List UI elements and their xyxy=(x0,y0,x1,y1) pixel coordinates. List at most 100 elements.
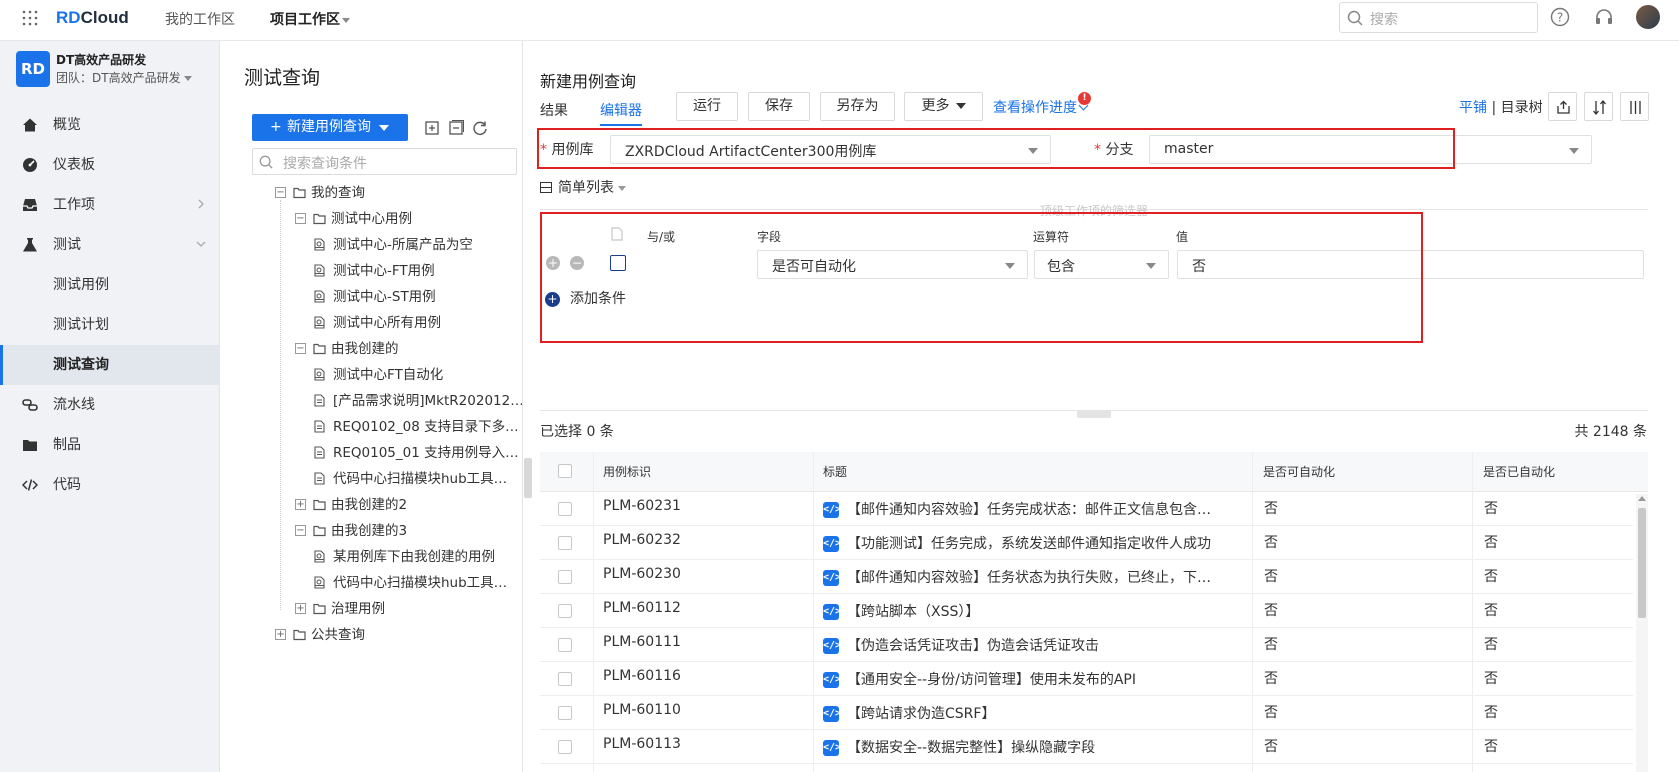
results-scrollbar[interactable] xyxy=(1636,494,1648,772)
case-title[interactable]: 【伪造会话凭证攻击】伪造会话凭证攻击 xyxy=(847,635,1099,655)
case-id[interactable]: PLM-60230 xyxy=(603,566,681,582)
tab-editor[interactable]: 编辑器 xyxy=(600,100,642,126)
tree-node[interactable]: − 由我创建的3 xyxy=(0,518,520,544)
col-header-title[interactable]: 标题 xyxy=(823,463,847,480)
case-id[interactable]: PLM-60116 xyxy=(603,668,681,684)
case-title[interactable]: 【数据安全--数据完整性】操纵隐藏字段 xyxy=(847,737,1095,757)
nav-my-workspace[interactable]: 我的工作区 xyxy=(165,9,235,29)
row-checkbox[interactable] xyxy=(558,740,572,754)
expand-icon[interactable]: + xyxy=(295,603,306,614)
scroll-up-icon[interactable] xyxy=(1638,496,1646,501)
tree-node[interactable]: 测试中心FT自动化 xyxy=(0,362,520,388)
view-tree[interactable]: 目录树 xyxy=(1501,100,1543,116)
collapse-icon[interactable]: − xyxy=(275,187,286,198)
case-id[interactable]: PLM-60113 xyxy=(603,736,681,752)
collapse-icon[interactable]: − xyxy=(295,525,306,536)
select-all-checkbox[interactable] xyxy=(558,464,572,478)
tab-result[interactable]: 结果 xyxy=(540,100,568,120)
case-title[interactable]: 【功能测试】任务完成，系统发送邮件通知指定收件人成功 xyxy=(847,533,1211,553)
col-header-is-auto[interactable]: 是否已自动化 xyxy=(1483,463,1555,480)
avatar[interactable] xyxy=(1636,5,1660,29)
expand-all-icon[interactable] xyxy=(424,120,440,136)
tree-node[interactable]: − 测试中心用例 xyxy=(0,206,520,232)
sidebar-item-dashboard[interactable]: 仪表板 xyxy=(0,145,220,185)
help-icon[interactable]: ? xyxy=(1550,7,1570,27)
col-header-can-auto[interactable]: 是否可自动化 xyxy=(1263,463,1335,480)
selected-count: 已选择 0 条 xyxy=(540,424,614,440)
tree-node[interactable]: + 公共查询 xyxy=(0,622,520,648)
headset-icon[interactable] xyxy=(1594,7,1614,27)
panel-resize-handle[interactable] xyxy=(524,458,532,498)
case-id[interactable]: PLM-60111 xyxy=(603,634,681,650)
refresh-icon[interactable] xyxy=(472,120,488,136)
export-button[interactable] xyxy=(1548,92,1577,121)
tree-node-label: REQ0102_08 支持目录下多… xyxy=(333,419,519,435)
tree-node[interactable]: 测试中心-FT用例 xyxy=(0,258,520,284)
row-checkbox[interactable] xyxy=(558,672,572,686)
save-as-button[interactable]: 另存为 xyxy=(820,92,895,121)
list-mode-select[interactable]: 简单列表 xyxy=(540,177,626,197)
table-row[interactable]: PLM-60113 </> 【数据安全--数据完整性】操纵隐藏字段 否 否 xyxy=(540,730,1633,764)
more-button[interactable]: 更多 xyxy=(904,92,983,121)
row-checkbox[interactable] xyxy=(558,706,572,720)
rdcloud-logo[interactable]: RDCloud xyxy=(56,8,129,28)
view-flat[interactable]: 平铺 xyxy=(1459,100,1487,116)
expand-icon[interactable]: + xyxy=(275,629,286,640)
new-query-button[interactable]: + 新建用例查询 xyxy=(252,114,408,141)
tree-node[interactable]: 代码中心扫描模块hub工具… xyxy=(0,570,520,596)
tree-node[interactable]: REQ0105_01 支持用例导入… xyxy=(0,440,520,466)
row-checkbox[interactable] xyxy=(558,570,572,584)
table-row[interactable]: PLM-60112 </> 【跨站脚本（XSS）】 否 否 xyxy=(540,594,1633,628)
save-button[interactable]: 保存 xyxy=(748,92,810,121)
columns-button[interactable] xyxy=(1620,92,1649,121)
tree-node[interactable]: 测试中心所有用例 xyxy=(0,310,520,336)
nav-project-workspace[interactable]: 项目工作区 xyxy=(270,9,350,29)
case-id[interactable]: PLM-60231 xyxy=(603,498,681,514)
table-row[interactable]: PLM-60116 </> 【通用安全--身份/访问管理】使用未发布的API 否 否 xyxy=(540,662,1633,696)
table-row[interactable]: PLM-60110 </> 【跨站请求伪造CSRF】 否 否 xyxy=(540,696,1633,730)
case-id[interactable]: PLM-60232 xyxy=(603,532,681,548)
can-automate-value: 否 xyxy=(1264,637,1278,653)
case-id[interactable]: PLM-60110 xyxy=(603,702,681,718)
query-search-input[interactable]: 搜索查询条件 xyxy=(252,148,517,175)
results-splitter[interactable] xyxy=(1077,410,1111,418)
tree-node[interactable]: 某用例库下由我创建的用例 xyxy=(0,544,520,570)
tree-node[interactable]: REQ0102_08 支持目录下多… xyxy=(0,414,520,440)
collapse-all-icon[interactable] xyxy=(448,120,464,136)
collapse-icon[interactable]: − xyxy=(295,343,306,354)
view-progress-link[interactable]: 查看操作进度 xyxy=(993,97,1089,117)
tree-node[interactable]: 测试中心-所属产品为空 xyxy=(0,232,520,258)
case-title[interactable]: 【跨站请求伪造CSRF】 xyxy=(847,703,995,723)
team-name: DT高效产品研发 xyxy=(56,53,147,67)
tree-node[interactable]: + 由我创建的2 xyxy=(0,492,520,518)
expand-icon[interactable]: + xyxy=(295,499,306,510)
case-title[interactable]: 【邮件通知内容效验】任务状态为执行失败，已终止，下… xyxy=(847,567,1211,587)
table-row[interactable]: PLM-60230 </> 【邮件通知内容效验】任务状态为执行失败，已终止，下… 否 否 xyxy=(540,560,1633,594)
col-header-id[interactable]: 用例标识 xyxy=(603,463,651,480)
case-title[interactable]: 【跨站脚本（XSS）】 xyxy=(847,601,979,621)
table-row[interactable]: PLM-60111 </> 【伪造会话凭证攻击】伪造会话凭证攻击 否 否 xyxy=(540,628,1633,662)
run-button[interactable]: 运行 xyxy=(676,92,738,121)
table-row[interactable]: PLM-60231 </> 【邮件通知内容效验】任务完成状态：邮件正文信息包含… 否 否 xyxy=(540,492,1633,526)
case-title[interactable]: 【邮件通知内容效验】任务完成状态：邮件正文信息包含… xyxy=(847,499,1211,519)
app-grid-icon[interactable] xyxy=(22,10,38,26)
scrollbar-thumb[interactable] xyxy=(1638,508,1646,618)
tree-node[interactable]: − 我的查询 xyxy=(0,180,520,206)
row-checkbox[interactable] xyxy=(558,638,572,652)
row-checkbox[interactable] xyxy=(558,536,572,550)
global-search-input[interactable]: 搜索 xyxy=(1339,2,1538,33)
total-count: 共 2148 条 xyxy=(1574,424,1647,440)
row-checkbox[interactable] xyxy=(558,604,572,618)
sort-button[interactable] xyxy=(1584,92,1613,121)
tree-node[interactable]: + 治理用例 xyxy=(0,596,520,622)
tree-node[interactable]: − 由我创建的 xyxy=(0,336,520,362)
table-row[interactable]: PLM-60232 </> 【功能测试】任务完成，系统发送邮件通知指定收件人成功 否 否 xyxy=(540,526,1633,560)
case-title[interactable]: 【通用安全--身份/访问管理】使用未发布的API xyxy=(847,669,1136,689)
tree-node[interactable]: 代码中心扫描模块hub工具… xyxy=(0,466,520,492)
row-checkbox[interactable] xyxy=(558,502,572,516)
tree-node[interactable]: [产品需求说明]MktR202012… xyxy=(0,388,524,414)
tree-node[interactable]: 测试中心-ST用例 xyxy=(0,284,520,310)
case-id[interactable]: PLM-60112 xyxy=(603,600,681,616)
collapse-icon[interactable]: − xyxy=(295,213,306,224)
sidebar-item-overview[interactable]: 概览 xyxy=(0,105,220,145)
